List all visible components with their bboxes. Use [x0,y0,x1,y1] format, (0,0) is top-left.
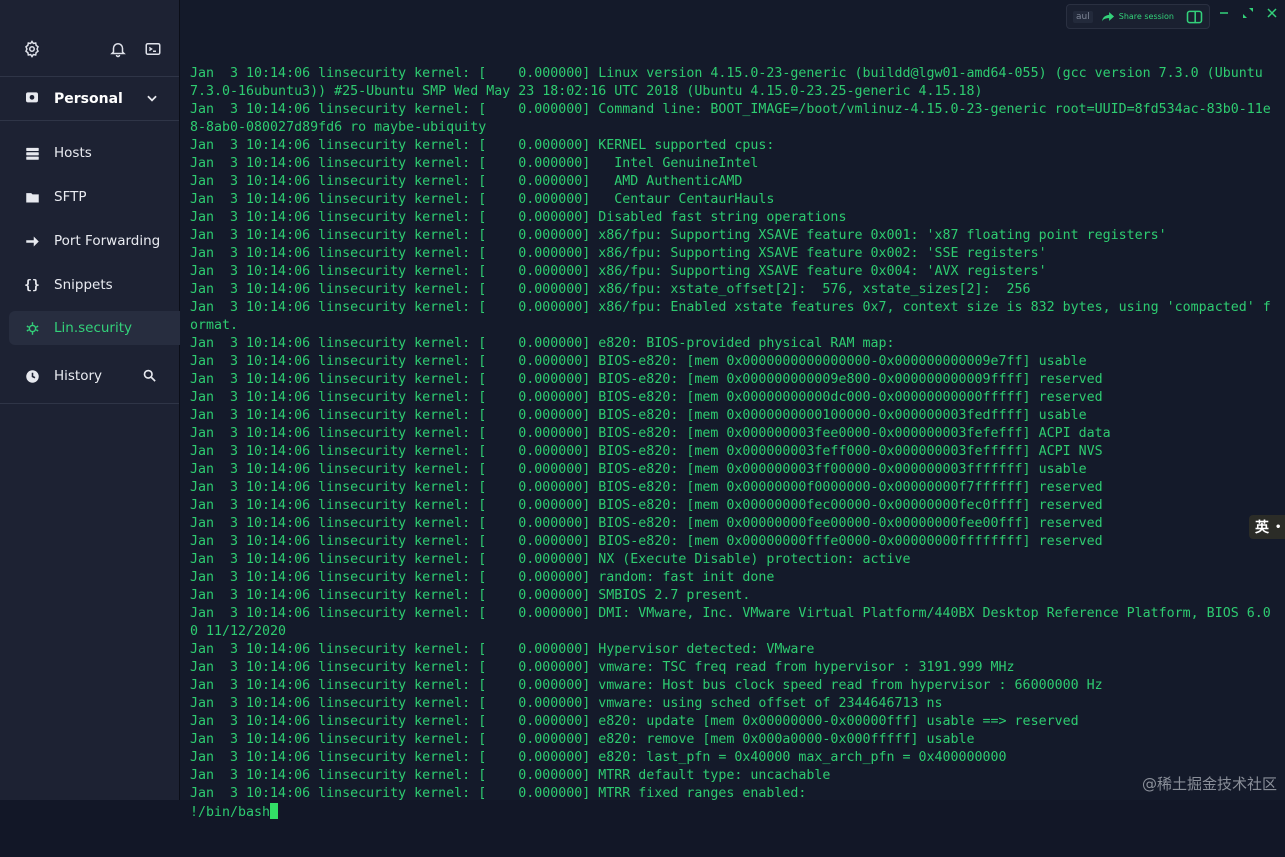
share-session-label: Share session [1118,12,1174,21]
sidebar-header [0,0,179,77]
sidebar-item-label: Port Forwarding [54,233,161,249]
terminal-line: Jan 3 10:14:06 linsecurity kernel: [ 0.0… [190,696,943,711]
vault-name: Personal [54,90,123,107]
ime-indicator[interactable]: 英 • [1249,515,1285,539]
terminal-line: 0 11/12/2020 [190,624,287,639]
terminal-line: Jan 3 10:14:06 linsecurity kernel: [ 0.0… [190,642,815,657]
terminal-line: Jan 3 10:14:06 linsecurity kernel: [ 0.0… [190,516,1103,531]
terminal-line: Jan 3 10:14:06 linsecurity kernel: [ 0.0… [190,660,1015,675]
active-host-label: Lin.security [54,320,133,336]
terminal-pane[interactable]: Jan 3 10:14:06 linsecurity kernel: [ 0.0… [180,0,1285,820]
terminal-line: Jan 3 10:14:06 linsecurity kernel: [ 0.0… [190,786,807,801]
terminal-line: Jan 3 10:14:06 linsecurity kernel: [ 0.0… [190,534,1103,549]
close-icon[interactable] [1264,5,1280,21]
terminal-line: Jan 3 10:14:06 linsecurity kernel: [ 0.0… [190,282,1031,297]
terminal-line: Jan 3 10:14:06 linsecurity kernel: [ 0.0… [190,444,1103,459]
prompt-text: !/bin/bash [190,805,271,820]
terminal-line: Jan 3 10:14:06 linsecurity kernel: [ 0.0… [190,156,759,171]
expand-icon[interactable] [1240,5,1256,21]
bell-icon[interactable] [107,38,129,60]
terminal-line: Jan 3 10:14:06 linsecurity kernel: [ 0.0… [190,462,1087,477]
terminal-line: Jan 3 10:14:06 linsecurity kernel: [ 0.0… [190,678,1103,693]
sidebar-item-label: History [54,368,103,384]
linux-icon [24,320,40,336]
ime-dot-icon: • [1275,521,1282,533]
session-toolbar: aul Share session [1066,4,1210,29]
terminal-line: Jan 3 10:14:06 linsecurity kernel: [ 0.0… [190,174,743,189]
sidebar-item-active-host[interactable]: Lin.security [9,311,194,345]
terminal-line: Jan 3 10:14:06 linsecurity kernel: [ 0.0… [190,372,1103,387]
terminal-line: Jan 3 10:14:06 linsecurity kernel: [ 0.0… [190,300,1271,315]
terminal-line: Jan 3 10:14:06 linsecurity kernel: [ 0.0… [190,390,1103,405]
sidebar: Personal Hosts SFTP Port Forwarding {} S… [0,0,194,800]
watermark: @稀土掘金技术社区 [1141,775,1277,793]
sidebar-item-label: Snippets [54,277,113,293]
terminal-line: Jan 3 10:14:06 linsecurity kernel: [ 0.0… [190,480,1103,495]
sidebar-item-port-forwarding[interactable]: Port Forwarding [0,219,179,263]
terminal-line: Jan 3 10:14:06 linsecurity kernel: [ 0.0… [190,750,1007,765]
terminal-line: Jan 3 10:14:06 linsecurity kernel: [ 0.0… [190,552,911,567]
braces-icon: {} [24,277,40,293]
share-icon [1101,12,1114,22]
terminal-line: Jan 3 10:14:06 linsecurity kernel: [ 0.0… [190,408,1087,423]
ime-label: 英 [1255,520,1269,536]
sidebar-item-sftp[interactable]: SFTP [0,175,179,219]
split-view-icon[interactable] [1186,9,1203,28]
terminal-icon[interactable] [142,38,164,60]
search-icon[interactable] [142,368,157,387]
vault-selector[interactable]: Personal [0,77,179,121]
terminal-line: Jan 3 10:14:06 linsecurity kernel: [ 0.0… [190,138,775,153]
folder-icon [24,189,40,205]
terminal-line: Jan 3 10:14:06 linsecurity kernel: [ 0.0… [190,768,831,783]
terminal-line: Jan 3 10:14:06 linsecurity kernel: [ 0.0… [190,66,1263,81]
terminal-line: Jan 3 10:14:06 linsecurity kernel: [ 0.0… [190,732,975,747]
terminal-line: Jan 3 10:14:06 linsecurity kernel: [ 0.0… [190,246,1047,261]
sidebar-nav: Hosts SFTP Port Forwarding {} Snippets L… [0,121,194,404]
terminal-cursor [270,803,279,819]
terminal-output: Jan 3 10:14:06 linsecurity kernel: [ 0.0… [190,29,1271,857]
chevron-down-icon [145,90,159,109]
terminal-line: Jan 3 10:14:06 linsecurity kernel: [ 0.0… [190,588,751,603]
sidebar-item-history[interactable]: History [0,349,179,404]
settings-icon[interactable] [21,38,43,60]
terminal-line: Jan 3 10:14:06 linsecurity kernel: [ 0.0… [190,264,1047,279]
terminal-line: Jan 3 10:14:06 linsecurity kernel: [ 0.0… [190,426,1111,441]
terminal-line: Jan 3 10:14:06 linsecurity kernel: [ 0.0… [190,210,847,225]
user-badge: aul [1073,10,1093,23]
terminal-line: 7.3.0-16ubuntu3)) #25-Ubuntu SMP Wed May… [190,84,983,99]
sidebar-item-label: Hosts [54,145,92,161]
minimize-icon[interactable] [1216,5,1232,21]
terminal-line: Jan 3 10:14:06 linsecurity kernel: [ 0.0… [190,336,895,351]
arrow-forward-icon [24,233,40,249]
sidebar-item-hosts[interactable]: Hosts [0,131,179,175]
terminal-line: Jan 3 10:14:06 linsecurity kernel: [ 0.0… [190,192,775,207]
terminal-line: 8-8ab0-080027d89fd6 ro maybe-ubiquity [190,120,487,135]
terminal-line: Jan 3 10:14:06 linsecurity kernel: [ 0.0… [190,354,1087,369]
terminal-line: Jan 3 10:14:06 linsecurity kernel: [ 0.0… [190,498,1103,513]
sidebar-item-label: SFTP [54,189,87,205]
terminal-line: Jan 3 10:14:06 linsecurity kernel: [ 0.0… [190,714,1079,729]
terminal-line: Jan 3 10:14:06 linsecurity kernel: [ 0.0… [190,606,1271,621]
terminal-prompt: !/bin/bash [190,803,1271,821]
share-session-button[interactable]: Share session [1101,11,1174,22]
terminal-line: ormat. [190,318,239,333]
vault-icon [24,89,40,109]
terminal-line: Jan 3 10:14:06 linsecurity kernel: [ 0.0… [190,570,775,585]
clock-icon [24,368,40,384]
terminal-line: Jan 3 10:14:06 linsecurity kernel: [ 0.0… [190,102,1271,117]
hosts-icon [24,145,40,161]
terminal-line: Jan 3 10:14:06 linsecurity kernel: [ 0.0… [190,228,1167,243]
sidebar-item-snippets[interactable]: {} Snippets [0,263,179,307]
